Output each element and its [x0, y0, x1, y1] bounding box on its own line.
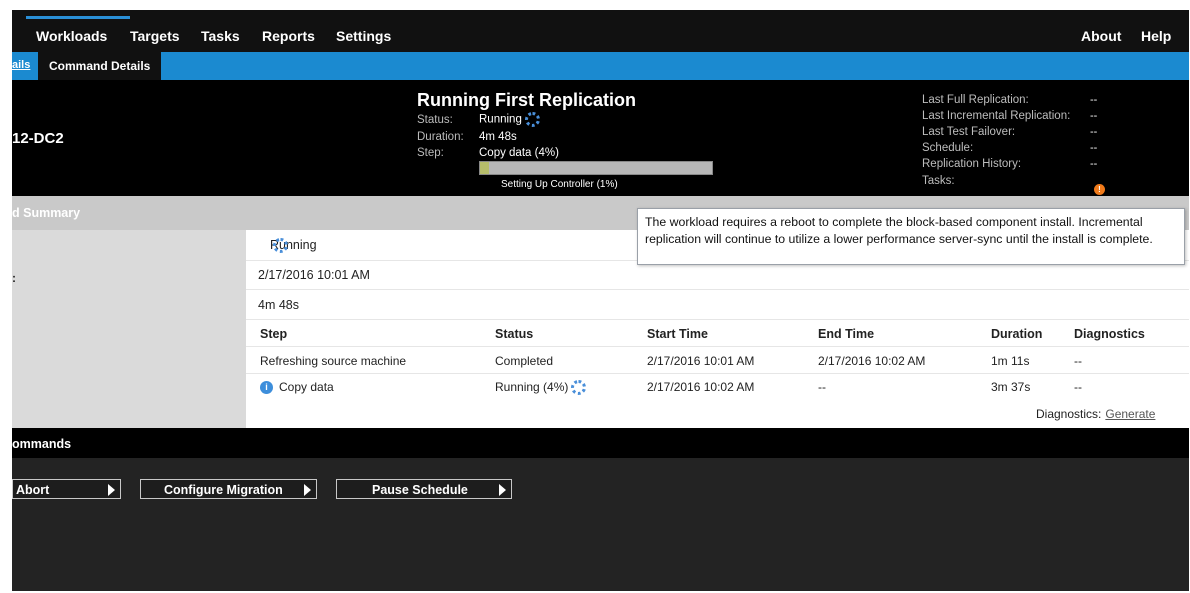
- row2-status-wrap: Running (4%): [495, 380, 587, 396]
- row1-end: 2/17/2016 10:02 AM: [818, 354, 926, 368]
- play-arrow-icon: [304, 484, 311, 496]
- workload-hostname: 12-DC2: [12, 130, 64, 147]
- schedule-value: --: [1090, 142, 1098, 154]
- nav-item-reports[interactable]: Reports: [262, 28, 315, 44]
- commands-header: ommands: [12, 428, 1189, 458]
- replication-title: Running First Replication: [417, 90, 636, 110]
- alert-icon[interactable]: !: [1094, 184, 1105, 195]
- row1-status: Completed: [495, 354, 554, 368]
- info-icon[interactable]: i: [260, 381, 273, 395]
- spinner-icon: [524, 112, 540, 127]
- configure-migration-button[interactable]: Configure Migration: [140, 479, 317, 499]
- progress-fill: [480, 162, 490, 174]
- summary-duration-row: 4m 48s: [246, 289, 1189, 320]
- step-progress-bar: [479, 161, 713, 175]
- replication-history-label: Replication History:: [922, 158, 1022, 170]
- tab-bar: ails Command Details: [12, 52, 1189, 80]
- tab-details-partial[interactable]: ails: [12, 59, 30, 71]
- nav-item-workloads[interactable]: Workloads: [36, 28, 107, 44]
- col-header-duration: Duration: [991, 327, 1043, 341]
- status-label: Status:: [417, 114, 453, 126]
- col-header-status: Status: [495, 327, 534, 341]
- abort-button-label: Abort: [16, 483, 50, 497]
- col-header-diagnostics: Diagnostics: [1074, 327, 1145, 341]
- schedule-label: Schedule:: [922, 142, 974, 154]
- row2-step-wrap: i Copy data: [260, 380, 334, 395]
- diagnostics-label: Diagnostics:: [1036, 407, 1102, 421]
- step-value: Copy data (4%): [479, 147, 559, 159]
- nav-item-settings[interactable]: Settings: [336, 28, 391, 44]
- replication-history-value: --: [1090, 158, 1098, 170]
- status-value-wrap: Running: [479, 112, 540, 127]
- row1-diagnostics: --: [1074, 354, 1082, 368]
- spinner-icon: [571, 380, 587, 396]
- tab-command-details[interactable]: Command Details: [38, 52, 162, 80]
- spinner-icon: [273, 238, 288, 253]
- substep-text: Setting Up Controller (1%): [501, 179, 618, 190]
- nav-item-targets[interactable]: Targets: [130, 28, 180, 44]
- last-incremental-replication-label: Last Incremental Replication:: [922, 110, 1071, 122]
- play-arrow-icon: [108, 484, 115, 496]
- tasks-label: Tasks:: [922, 175, 955, 187]
- duration-value: 4m 48s: [479, 131, 517, 143]
- app-window: l Workloads Targets Tasks Reports Settin…: [12, 10, 1189, 591]
- last-test-failover-value: --: [1090, 126, 1098, 138]
- generate-link[interactable]: Generate: [1105, 407, 1155, 421]
- diagnostics-generate-line: Diagnostics: Generate: [1036, 407, 1155, 421]
- last-incremental-replication-value: --: [1090, 110, 1098, 122]
- row2-start: 2/17/2016 10:02 AM: [647, 380, 755, 394]
- row2-diagnostics: --: [1074, 380, 1082, 394]
- col-header-end-time: End Time: [818, 327, 875, 341]
- row2-step: Copy data: [279, 380, 334, 394]
- row1-step: Refreshing source machine: [260, 354, 407, 368]
- last-full-replication-value: --: [1090, 94, 1098, 106]
- summary-duration-value: 4m 48s: [258, 298, 299, 312]
- abort-button[interactable]: Abort: [12, 479, 121, 499]
- status-value: Running: [479, 113, 522, 126]
- summary-start-value: 2/17/2016 10:01 AM: [258, 268, 370, 282]
- row1-duration: 1m 11s: [991, 354, 1030, 368]
- top-nav: l Workloads Targets Tasks Reports Settin…: [12, 10, 1189, 52]
- play-arrow-icon: [499, 484, 506, 496]
- step-label: Step:: [417, 147, 444, 159]
- table-divider: [246, 373, 1189, 374]
- commands-area: Abort Configure Migration Pause Schedule: [12, 458, 1189, 591]
- pause-schedule-button[interactable]: Pause Schedule: [336, 479, 512, 499]
- pause-schedule-button-label: Pause Schedule: [372, 483, 468, 497]
- nav-item-help[interactable]: Help: [1141, 28, 1171, 44]
- last-test-failover-label: Last Test Failover:: [922, 126, 1016, 138]
- reboot-tooltip: The workload requires a reboot to comple…: [637, 208, 1185, 265]
- configure-migration-button-label: Configure Migration: [164, 483, 283, 497]
- summary-title: d Summary: [12, 206, 81, 220]
- last-full-replication-label: Last Full Replication:: [922, 94, 1029, 106]
- table-divider: [246, 346, 1189, 347]
- row2-status: Running (4%): [495, 380, 569, 394]
- commands-title: ommands: [12, 437, 72, 451]
- col-header-start-time: Start Time: [647, 327, 708, 341]
- row2-duration: 3m 37s: [991, 380, 1031, 394]
- row1-start: 2/17/2016 10:01 AM: [647, 354, 755, 368]
- active-nav-indicator: [26, 16, 130, 19]
- workload-header: 12-DC2 Running First Replication Status:…: [12, 80, 1189, 196]
- summary-left-label: :: [12, 271, 16, 285]
- summary-labels-column: :: [12, 230, 246, 428]
- nav-item-tasks[interactable]: Tasks: [201, 28, 240, 44]
- nav-item-about[interactable]: About: [1081, 28, 1121, 44]
- row2-end: --: [818, 380, 826, 394]
- duration-label: Duration:: [417, 131, 464, 143]
- col-header-step: Step: [260, 327, 288, 341]
